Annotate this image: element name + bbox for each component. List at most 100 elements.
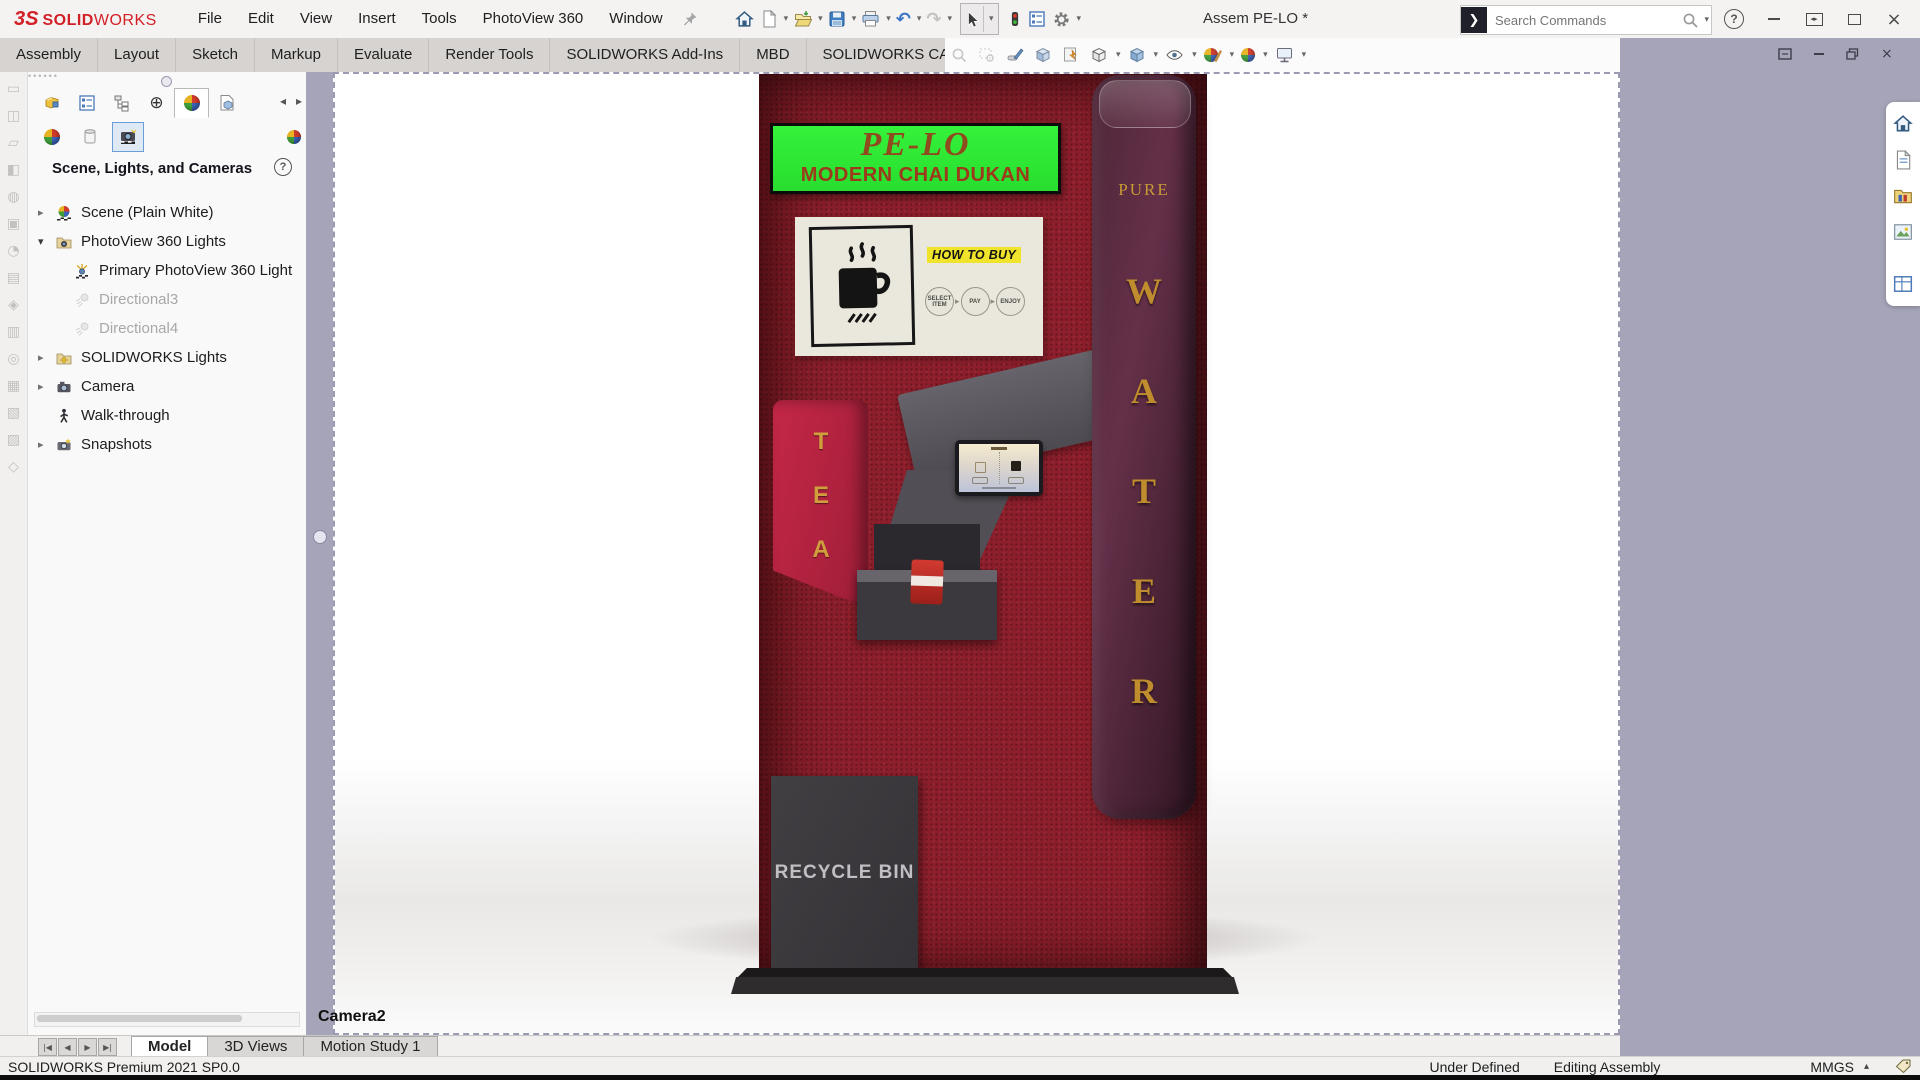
tree-item-camera[interactable]: ▸ Camera: [28, 372, 306, 401]
left-toolbar-icon[interactable]: ▦: [7, 379, 20, 393]
pin-menu-icon[interactable]: [682, 11, 698, 27]
home-button[interactable]: [732, 7, 757, 32]
tab-sketch[interactable]: Sketch: [176, 38, 255, 72]
redo-caret[interactable]: ▾: [947, 14, 952, 24]
print-caret[interactable]: ▾: [886, 14, 891, 24]
options-gear-icon[interactable]: [1049, 7, 1074, 32]
left-toolbar-icon[interactable]: ▤: [7, 271, 20, 285]
section-view-icon[interactable]: [1034, 46, 1052, 64]
view-settings-icon[interactable]: [1275, 46, 1294, 64]
zoom-to-area-icon[interactable]: [978, 46, 996, 64]
left-toolbar-icon[interactable]: ▱: [8, 136, 19, 150]
expand-collapsed-icon[interactable]: ▸: [38, 206, 54, 219]
print-button[interactable]: [858, 7, 883, 31]
tab-layout[interactable]: Layout: [98, 38, 176, 72]
search-icon[interactable]: [1682, 12, 1699, 29]
tree-item-directional4[interactable]: Directional4: [28, 314, 306, 343]
help-icon[interactable]: ?: [1714, 0, 1754, 38]
next-tab-button[interactable]: ▶: [78, 1038, 97, 1056]
apply-scene-caret[interactable]: ▾: [1263, 50, 1268, 60]
last-tab-button[interactable]: ▶|: [98, 1038, 117, 1056]
options-caret[interactable]: ▾: [1077, 14, 1082, 24]
tree-item-primary-light[interactable]: Primary PhotoView 360 Light: [28, 256, 306, 285]
configurationmanager-tab[interactable]: [104, 88, 139, 118]
tab-3d-views[interactable]: 3D Views: [207, 1036, 304, 1057]
new-document-button[interactable]: [757, 7, 781, 31]
tab-markup[interactable]: Markup: [255, 38, 338, 72]
view-orientation-caret[interactable]: ▾: [1116, 50, 1121, 60]
panel-collapse-knob[interactable]: [161, 76, 172, 87]
hide-show-items-caret[interactable]: ▾: [1192, 50, 1197, 60]
left-toolbar-icon[interactable]: ◇: [8, 460, 19, 474]
edit-scene-icon[interactable]: [1204, 48, 1222, 62]
propertymanager-tab[interactable]: [69, 88, 104, 118]
featuremanager-tree-tab[interactable]: [34, 88, 69, 118]
undo-button[interactable]: ↶: [893, 6, 914, 33]
select-caret[interactable]: ▾: [989, 14, 994, 24]
left-toolbar-icon[interactable]: ◔: [7, 244, 19, 258]
open-caret[interactable]: ▾: [818, 14, 823, 24]
menu-window[interactable]: Window: [596, 0, 675, 38]
search-commands-input[interactable]: [1493, 12, 1680, 29]
menu-insert[interactable]: Insert: [345, 0, 409, 38]
select-tool-button[interactable]: ▾: [960, 3, 999, 35]
tree-item-photoview-lights[interactable]: ▾ PhotoView 360 Lights: [28, 227, 306, 256]
span-displays-button[interactable]: ◂▸: [1794, 0, 1834, 38]
manager-tab-scroll-right[interactable]: ▸: [296, 94, 302, 108]
redo-button[interactable]: ↷: [923, 6, 944, 33]
view-appearances-tab[interactable]: [36, 122, 68, 152]
menu-tools[interactable]: Tools: [409, 0, 470, 38]
left-toolbar-icon[interactable]: ▣: [7, 217, 20, 231]
panel-drag-handle[interactable]: ••••••: [28, 74, 88, 78]
expand-expanded-icon[interactable]: ▾: [38, 235, 54, 248]
left-toolbar-icon[interactable]: ◎: [7, 352, 19, 366]
expand-collapsed-icon[interactable]: ▸: [38, 438, 54, 451]
doc-restore-icon[interactable]: [1846, 48, 1859, 60]
doc-minimize-icon[interactable]: [1814, 53, 1824, 55]
expand-collapsed-icon[interactable]: ▸: [38, 380, 54, 393]
tab-mbd[interactable]: MBD: [740, 38, 806, 72]
apply-scene-icon[interactable]: [1241, 48, 1255, 62]
display-style-icon[interactable]: [1128, 46, 1146, 64]
expand-collapsed-icon[interactable]: ▸: [38, 351, 54, 364]
menu-file[interactable]: File: [185, 0, 235, 38]
rebuild-traffic-light-icon[interactable]: [1005, 6, 1025, 32]
scrollbar-thumb[interactable]: [37, 1015, 242, 1022]
tree-item-scene[interactable]: ▸ Scene (Plain White): [28, 198, 306, 227]
units-caret-icon[interactable]: ▴: [1864, 1061, 1869, 1072]
menu-view[interactable]: View: [287, 0, 345, 38]
panel-help-icon[interactable]: ?: [274, 158, 292, 176]
save-caret[interactable]: ▾: [852, 14, 857, 24]
panel-horizontal-scrollbar[interactable]: [34, 1012, 300, 1027]
save-button[interactable]: [825, 7, 849, 31]
manager-tab-scroll-left[interactable]: ◂: [280, 94, 286, 108]
design-library-icon[interactable]: [1893, 186, 1913, 206]
left-toolbar-icon[interactable]: ◫: [7, 109, 20, 123]
displaymanager-tab[interactable]: [174, 88, 209, 118]
3d-viewport[interactable]: PE-LO MODERN CHAI DUKAN: [333, 72, 1620, 1035]
open-button[interactable]: [790, 7, 815, 31]
tab-solidworks-add-ins[interactable]: SOLIDWORKS Add-Ins: [550, 38, 740, 72]
tag-icon[interactable]: [1895, 1059, 1912, 1074]
menu-photoview-360[interactable]: PhotoView 360: [470, 0, 597, 38]
search-caret[interactable]: ▾: [1704, 15, 1709, 25]
dimxpertmanager-tab[interactable]: ⊕: [139, 88, 174, 118]
photoview-options-icon[interactable]: [278, 122, 306, 152]
restore-button[interactable]: [1834, 0, 1874, 38]
prev-tab-button[interactable]: ◀: [58, 1038, 77, 1056]
left-toolbar-icon[interactable]: ▧: [7, 406, 20, 420]
minimize-button[interactable]: [1754, 0, 1794, 38]
view-orientation-icon[interactable]: [1090, 46, 1108, 64]
tab-motion-study-1[interactable]: Motion Study 1: [303, 1036, 437, 1057]
menu-edit[interactable]: Edit: [235, 0, 287, 38]
tab-assembly[interactable]: Assembly: [0, 38, 98, 72]
custom-properties-icon[interactable]: [1893, 274, 1913, 294]
edit-appearance-icon[interactable]: [1006, 46, 1024, 64]
hide-show-items-icon[interactable]: [1165, 46, 1184, 64]
left-toolbar-icon[interactable]: ▭: [7, 82, 20, 96]
home-tab-icon[interactable]: [1893, 114, 1913, 134]
view-decals-tab[interactable]: [74, 122, 106, 152]
first-tab-button[interactable]: |◀: [38, 1038, 57, 1056]
tab-evaluate[interactable]: Evaluate: [338, 38, 429, 72]
undo-caret[interactable]: ▾: [917, 14, 922, 24]
